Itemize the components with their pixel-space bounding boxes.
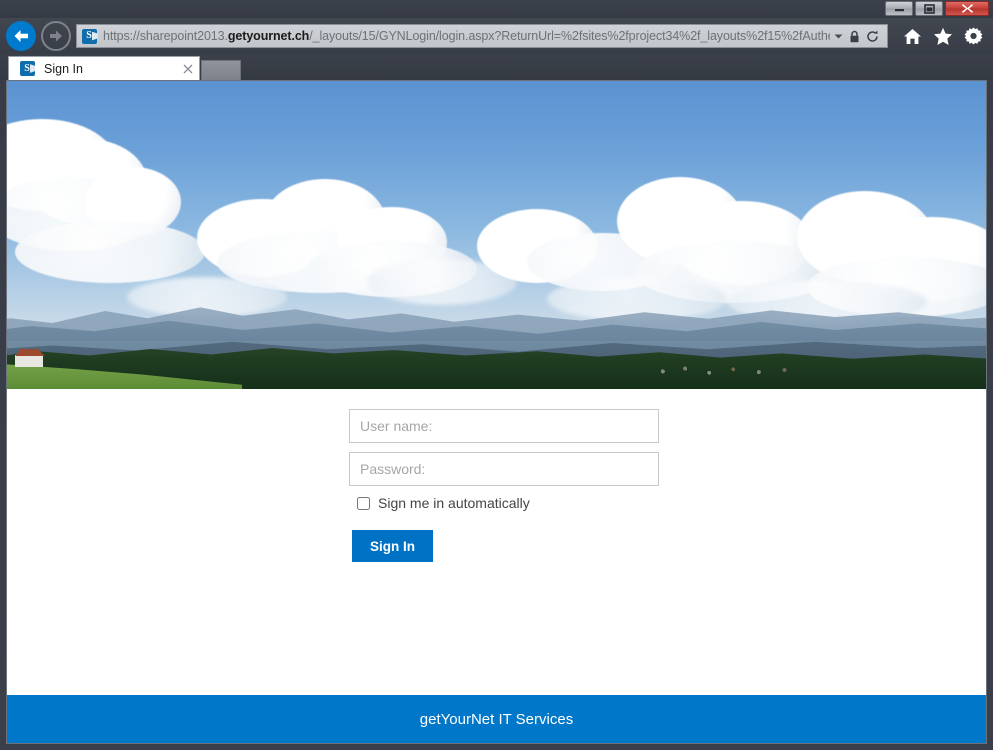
tab-title: Sign In	[44, 61, 83, 76]
login-content: Sign me in automatically Sign In	[7, 389, 986, 695]
page-viewport: Sign me in automatically Sign In getYour…	[6, 80, 987, 744]
password-input[interactable]	[349, 452, 659, 486]
lock-icon[interactable]	[849, 30, 860, 43]
browser-toolbar	[893, 27, 987, 46]
minimize-icon	[894, 9, 904, 12]
browser-window: S https://sharepoint2013.getyournet.ch/_…	[0, 0, 993, 750]
forward-button[interactable]	[41, 21, 71, 51]
village	[649, 363, 810, 377]
chevron-down-icon[interactable]	[834, 33, 843, 40]
window-controls	[885, 1, 989, 16]
star-icon[interactable]	[933, 27, 953, 46]
remember-me-checkbox[interactable]	[357, 496, 370, 510]
tab-close-icon[interactable]	[181, 62, 195, 76]
remember-me-label: Sign me in automatically	[378, 495, 530, 511]
minimize-button[interactable]	[885, 1, 913, 16]
close-icon	[961, 4, 973, 13]
close-button[interactable]	[945, 1, 989, 16]
forward-arrow-icon	[50, 30, 62, 42]
sharepoint-favicon: S	[78, 25, 100, 47]
tab-sign-in[interactable]: S Sign In	[8, 56, 200, 80]
maximize-icon	[923, 3, 935, 14]
remember-me-row[interactable]: Sign me in automatically	[357, 495, 659, 511]
address-bar[interactable]: S https://sharepoint2013.getyournet.ch/_…	[76, 24, 888, 48]
login-form: Sign me in automatically Sign In	[349, 409, 659, 562]
title-bar	[0, 0, 993, 18]
back-button[interactable]	[6, 21, 36, 51]
back-arrow-icon	[14, 30, 28, 42]
page-footer: getYourNet IT Services	[7, 695, 986, 743]
new-tab-button[interactable]	[201, 60, 241, 80]
address-url: https://sharepoint2013.getyournet.ch/_la…	[103, 29, 830, 43]
username-input[interactable]	[349, 409, 659, 443]
maximize-button[interactable]	[915, 1, 943, 16]
navigation-bar: S https://sharepoint2013.getyournet.ch/_…	[0, 18, 993, 54]
banner-image	[7, 81, 986, 389]
sign-in-button[interactable]: Sign In	[352, 530, 433, 562]
address-bar-icons	[830, 30, 885, 43]
gear-icon[interactable]	[964, 27, 983, 46]
home-icon[interactable]	[903, 28, 922, 45]
footer-text: getYourNet IT Services	[419, 710, 574, 728]
farmhouse	[15, 355, 43, 367]
refresh-icon[interactable]	[866, 30, 879, 43]
tab-strip: S Sign In	[0, 54, 993, 80]
tab-sharepoint-favicon: S	[16, 58, 38, 80]
